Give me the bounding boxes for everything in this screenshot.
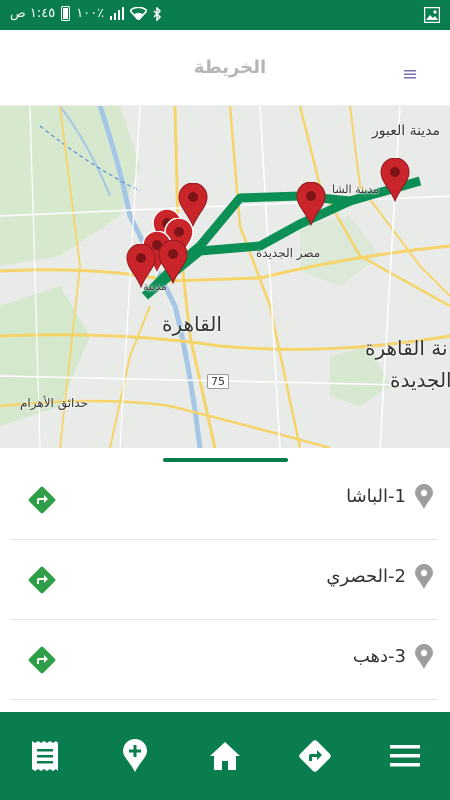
menu-icon[interactable] bbox=[388, 739, 422, 773]
map-marker[interactable] bbox=[158, 240, 188, 284]
directions-icon[interactable] bbox=[298, 739, 332, 773]
wifi-icon bbox=[130, 7, 148, 20]
bottom-nav bbox=[0, 712, 450, 800]
location-pin-icon bbox=[415, 484, 433, 509]
battery-icon bbox=[61, 6, 71, 21]
map-label-obour: مدينة العبور bbox=[372, 123, 441, 139]
map-label-new-cairo-1: نة القاهرة bbox=[365, 336, 448, 360]
directions-icon[interactable] bbox=[28, 486, 56, 514]
app-bar: الخريطة bbox=[0, 30, 450, 106]
map-marker[interactable] bbox=[126, 244, 156, 288]
bluetooth-icon bbox=[153, 6, 162, 21]
map-label-nasr-city: مدينة الشا bbox=[332, 183, 380, 196]
hamburger-icon[interactable] bbox=[404, 64, 416, 83]
map-label-pyramids-gardens: حدائق الأهرام bbox=[20, 396, 89, 410]
map-label-cairo: القاهرة bbox=[162, 312, 222, 336]
list-item-label: 2-الحصري bbox=[326, 566, 406, 587]
add-location-icon[interactable] bbox=[118, 739, 152, 773]
map-label-heliopolis: مصر الجديدة bbox=[256, 246, 321, 260]
location-pin-icon bbox=[415, 564, 433, 589]
list-item[interactable]: 2-الحصري bbox=[12, 540, 438, 620]
receipt-icon[interactable] bbox=[28, 739, 62, 773]
map-marker[interactable] bbox=[380, 158, 410, 202]
signal-icon bbox=[110, 7, 125, 20]
battery-percent: ١٠٠٪ bbox=[76, 6, 105, 21]
gallery-icon bbox=[423, 6, 441, 27]
clock: ١:٤٥ ص bbox=[10, 6, 56, 21]
map-view[interactable]: مدينة العبور مدينة الشا مصر الجديدة مدين… bbox=[0, 106, 450, 448]
page-title: الخريطة bbox=[193, 57, 267, 78]
list-item[interactable]: 3-دهب bbox=[12, 620, 438, 700]
list-item[interactable]: 1-الباشا bbox=[12, 460, 438, 540]
map-label-road-75: 75 bbox=[207, 374, 229, 389]
status-bar: ١:٤٥ ص ١٠٠٪ bbox=[0, 0, 450, 30]
list-item-label: 3-دهب bbox=[352, 646, 406, 667]
location-pin-icon bbox=[415, 644, 433, 669]
list-item-label: 1-الباشا bbox=[346, 486, 406, 507]
home-icon[interactable] bbox=[208, 739, 242, 773]
status-left: ١:٤٥ ص ١٠٠٪ bbox=[10, 6, 162, 21]
directions-icon[interactable] bbox=[28, 566, 56, 594]
directions-icon[interactable] bbox=[28, 646, 56, 674]
map-marker[interactable] bbox=[296, 182, 326, 226]
map-label-new-cairo-2: الجديدة bbox=[390, 368, 450, 392]
